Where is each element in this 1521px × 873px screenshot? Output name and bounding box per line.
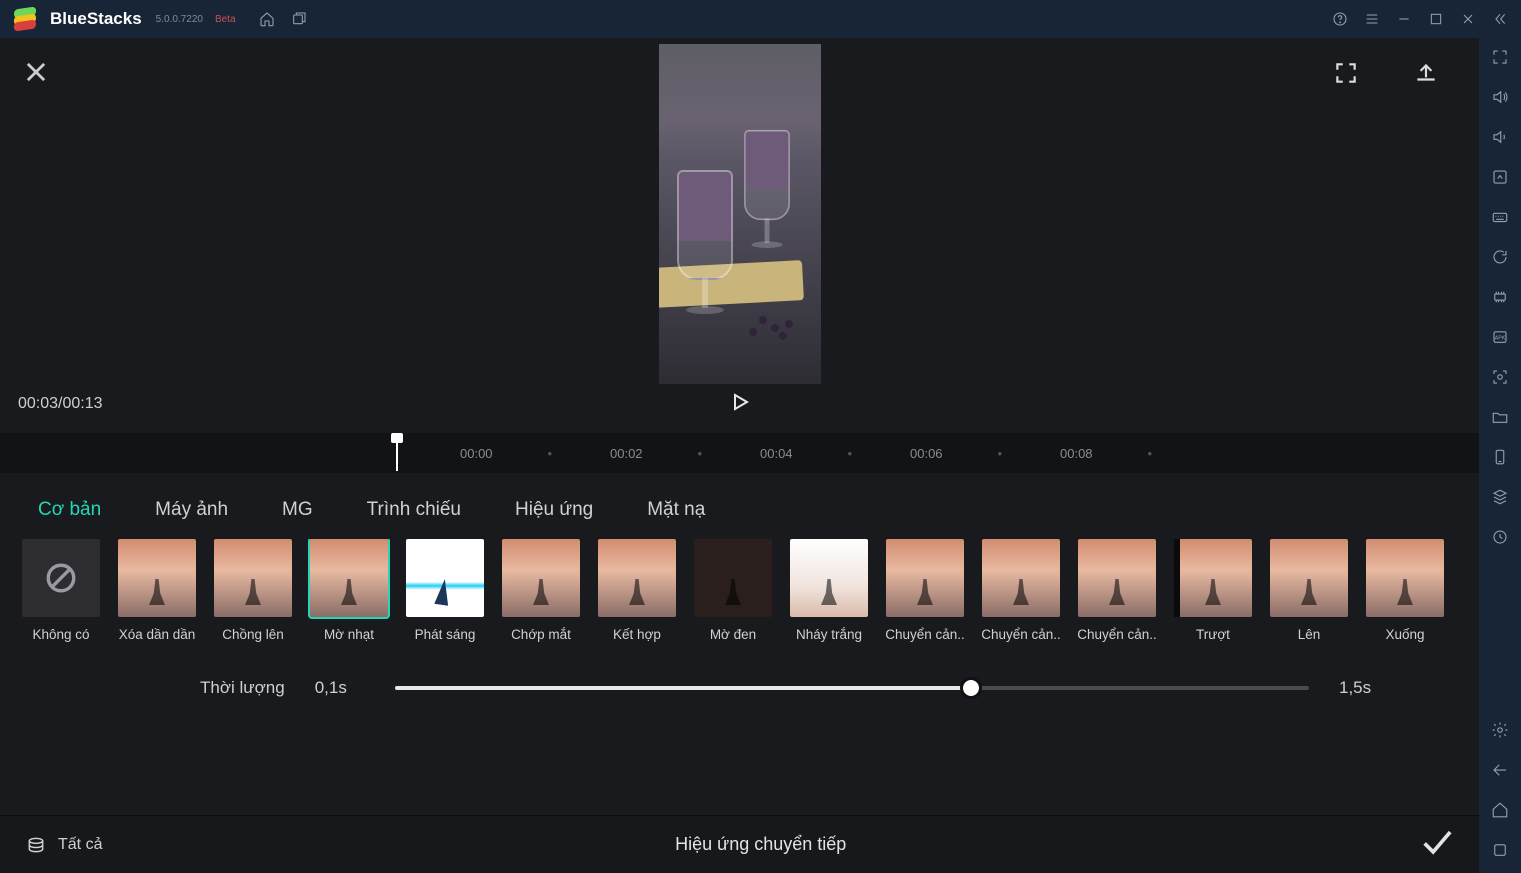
close-window-icon[interactable] [1457,8,1479,30]
multi-instance-icon[interactable] [1489,486,1511,508]
multi-window-icon[interactable] [288,8,310,30]
transition-list: Không có Xóa dần dần Chồng lên Mờ nhạt Phát … [0,539,1479,642]
volume-up-icon[interactable] [1489,86,1511,108]
time-current: 00:03 [18,395,58,412]
lock-rotation-icon[interactable] [1489,166,1511,188]
minimize-icon[interactable] [1393,8,1415,30]
fullscreen-corners-icon[interactable] [1489,46,1511,68]
transition-label: Chuyển cản.. [981,627,1061,642]
editor-main: 00:03/00:13 00:00• 00:02• 00:04• 00:06• … [0,38,1479,873]
home-icon[interactable] [256,8,278,30]
timeline-ruler[interactable]: 00:00• 00:02• 00:04• 00:06• 00:08• [0,433,1479,473]
titlebar: BlueStacks 5.0.0.7220 Beta [0,0,1521,38]
transition-label: Xuống [1385,627,1424,642]
menu-icon[interactable] [1361,8,1383,30]
tab-mg[interactable]: MG [282,499,313,521]
transition-scene3[interactable]: Chuyển cản.. [1078,539,1156,642]
app-version: 5.0.0.7220 [156,14,203,25]
transition-label: Nháy trắng [796,627,862,642]
transition-slide[interactable]: Trượt [1174,539,1252,642]
slider-knob[interactable] [960,677,982,699]
ruler-mark: 00:02 [610,446,643,461]
history-icon[interactable] [1489,526,1511,548]
apk-icon[interactable]: APK [1489,326,1511,348]
ruler-mark: 00:00 [460,446,493,461]
svg-text:APK: APK [1495,335,1506,341]
transition-overlay[interactable]: Chồng lên [214,539,292,642]
transition-label: Xóa dần dần [119,627,196,642]
app-beta-badge: Beta [215,14,236,25]
duration-max: 1,5s [1339,678,1389,698]
transition-label: Mờ nhạt [324,627,374,642]
screenshot-icon[interactable] [1489,366,1511,388]
transition-none[interactable]: Không có [22,539,100,642]
time-total: 00:13 [63,395,103,412]
right-rail: APK [1479,38,1521,873]
time-indicator: 00:03/00:13 [18,395,103,413]
transition-tabs: Cơ bản Máy ảnh MG Trình chiếu Hiệu ứng Mặt nạ [0,473,1479,539]
settings-icon[interactable] [1489,719,1511,741]
transition-combine[interactable]: Kết hợp [598,539,676,642]
transition-label: Phát sáng [415,627,476,642]
keymap-icon[interactable] [1489,206,1511,228]
app-name: BlueStacks [50,9,142,29]
back-icon[interactable] [1489,759,1511,781]
transition-up[interactable]: Lên [1270,539,1348,642]
export-button[interactable] [1413,60,1439,91]
sync-icon[interactable] [1489,246,1511,268]
footer-bar: Tất cả Hiệu ứng chuyển tiếp [0,815,1479,873]
transition-label: Chuyển cản.. [885,627,965,642]
preview-area: 00:03/00:13 [0,38,1479,433]
apply-all-label: Tất cả [58,836,102,854]
play-button[interactable] [728,390,752,419]
transition-blink[interactable]: Chớp mắt [502,539,580,642]
duration-label: Thời lượng [200,678,285,698]
transition-white[interactable]: Nháy trắng [790,539,868,642]
tab-mask[interactable]: Mặt nạ [647,499,705,521]
transition-label: Không có [32,627,89,642]
bluestacks-logo-icon [14,8,36,30]
ruler-mark: 00:06 [910,446,943,461]
transition-label: Lên [1298,627,1321,642]
transition-scene2[interactable]: Chuyển cản.. [982,539,1060,642]
ruler-mark: 00:08 [1060,446,1093,461]
maximize-icon[interactable] [1425,8,1447,30]
transition-down[interactable]: Xuống [1366,539,1444,642]
memory-icon[interactable] [1489,286,1511,308]
tab-slideshow[interactable]: Trình chiếu [367,499,461,521]
transition-label: Kết hợp [613,627,661,642]
transition-glow[interactable]: Phát sáng [406,539,484,642]
tab-basic[interactable]: Cơ bản [38,499,101,521]
expand-preview-button[interactable] [1333,60,1359,91]
duration-row: Thời lượng 0,1s 1,5s [0,642,1479,718]
transition-black[interactable]: Mờ đen [694,539,772,642]
preview-frame [659,44,821,384]
recents-icon[interactable] [1489,839,1511,861]
transition-panel: Cơ bản Máy ảnh MG Trình chiếu Hiệu ứng Mặt nạ… [0,473,1479,815]
transition-label: Chuyển cản.. [1077,627,1157,642]
confirm-button[interactable] [1419,825,1453,864]
help-icon[interactable] [1329,8,1351,30]
transition-label: Chồng lên [222,627,284,642]
duration-slider[interactable] [395,686,1309,690]
apply-all-button[interactable]: Tất cả [26,835,102,855]
collapse-rail-icon[interactable] [1489,8,1511,30]
tab-fx[interactable]: Hiệu ứng [515,499,593,521]
transition-dissolve[interactable]: Mờ nhạt [310,539,388,642]
media-folder-icon[interactable] [1489,406,1511,428]
ruler-mark: 00:04 [760,446,793,461]
transition-fade[interactable]: Xóa dần dần [118,539,196,642]
tab-camera[interactable]: Máy ảnh [155,499,228,521]
install-app-icon[interactable] [1489,446,1511,468]
duration-min: 0,1s [315,678,365,698]
transition-label: Chớp mắt [511,627,571,642]
transition-scene1[interactable]: Chuyển cản.. [886,539,964,642]
transition-label: Trượt [1196,627,1230,642]
playhead[interactable] [396,435,398,471]
footer-title: Hiệu ứng chuyển tiếp [102,834,1419,855]
transition-label: Mờ đen [710,627,756,642]
volume-down-icon[interactable] [1489,126,1511,148]
close-editor-button[interactable] [22,58,50,91]
nav-home-icon[interactable] [1489,799,1511,821]
